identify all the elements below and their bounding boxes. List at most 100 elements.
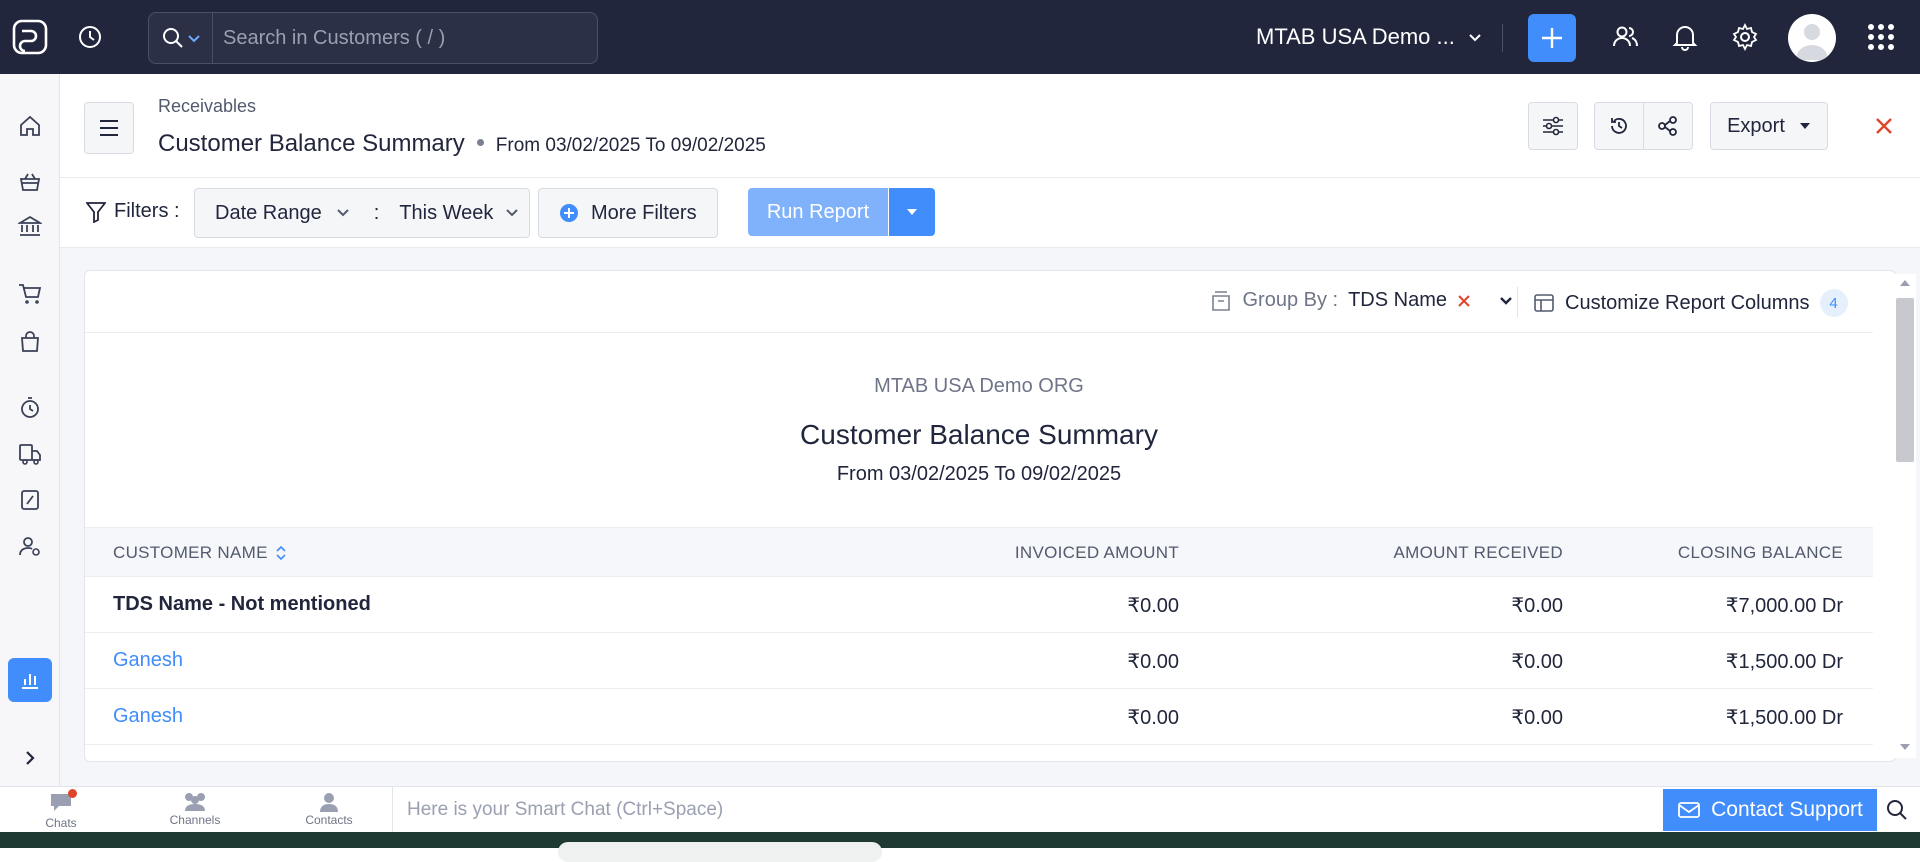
column-customer-name[interactable]: CUSTOMER NAME (113, 543, 286, 563)
date-range-label: Date Range (215, 201, 322, 224)
gear-icon[interactable] (1730, 22, 1760, 52)
column-closing-balance: CLOSING BALANCE (1677, 543, 1843, 562)
contact-support-label: Contact Support (1711, 798, 1863, 821)
plus-icon (1542, 28, 1562, 48)
columns-count-badge: 4 (1819, 289, 1848, 317)
table-row: TDS Name - Not mentioned ₹0.00 ₹0.00 ₹7,… (85, 577, 1873, 633)
report-settings-button[interactable] (1528, 102, 1578, 150)
contacts-icon (320, 793, 338, 812)
taskbar-search[interactable] (558, 842, 882, 862)
sliders-icon (1543, 116, 1563, 136)
reports-icon[interactable] (8, 658, 52, 702)
search-icon[interactable] (149, 13, 213, 63)
contact-support-button[interactable]: Contact Support (1663, 789, 1877, 831)
customize-columns-label: Customize Report Columns (1565, 291, 1810, 314)
scroll-down-icon[interactable] (1899, 742, 1911, 752)
date-range-filter[interactable]: Date Range : This Week (194, 188, 530, 238)
column-invoiced-amount: INVOICED AMOUNT (1014, 543, 1179, 562)
report-content-area: Group By : TDS Name Customize Report Col… (60, 248, 1920, 786)
search-icon[interactable] (1882, 795, 1912, 825)
time-tracking-icon[interactable] (8, 386, 52, 430)
apps-grid-icon[interactable] (1866, 22, 1896, 52)
more-filters-button[interactable]: More Filters (538, 188, 718, 238)
clear-group-icon[interactable] (1457, 294, 1471, 308)
plus-circle-icon (560, 204, 578, 222)
bell-icon[interactable] (1670, 22, 1700, 52)
channels-icon (185, 793, 205, 811)
scroll-up-icon[interactable] (1899, 278, 1911, 288)
eway-bill-icon[interactable] (8, 432, 52, 476)
divider (1517, 287, 1518, 317)
table-row: Ganesh ₹0.00 ₹0.00 ₹1,500.00 Dr (85, 633, 1873, 689)
run-report-label: Run Report (766, 200, 870, 223)
quick-create-button[interactable] (1528, 14, 1576, 62)
expand-sidebar-icon[interactable] (8, 736, 52, 780)
avatar[interactable] (1788, 14, 1836, 62)
table-row: Ganesh ₹0.00 ₹0.00 ₹1,500.00 Dr (85, 689, 1873, 745)
schedule-report-button[interactable] (1594, 102, 1644, 150)
closing-cell: ₹1,500.00 Dr (1725, 651, 1843, 673)
report-card: Group By : TDS Name Customize Report Col… (84, 270, 1896, 762)
report-scrollbar[interactable] (1894, 274, 1916, 758)
smart-chat-placeholder: Here is your Smart Chat (Ctrl+Space) (407, 799, 724, 820)
close-report-button[interactable] (1870, 112, 1898, 140)
caret-down-icon (907, 209, 917, 215)
received-cell: ₹0.00 (1511, 595, 1563, 617)
report-org-name: MTAB USA Demo ORG (874, 375, 1084, 397)
chats-button[interactable]: Chats (16, 789, 106, 830)
customer-link[interactable]: Ganesh (113, 705, 183, 728)
recent-activity-icon[interactable] (60, 24, 120, 50)
report-toolbar: Group By : TDS Name Customize Report Col… (85, 271, 1873, 333)
run-report-dropdown[interactable] (889, 188, 935, 236)
export-button[interactable]: Export (1710, 102, 1828, 150)
os-taskbar (0, 832, 1920, 862)
organization-switcher[interactable]: MTAB USA Demo ... (1256, 24, 1483, 50)
items-icon[interactable] (8, 160, 52, 204)
run-report-button[interactable]: Run Report (748, 188, 888, 236)
share-report-button[interactable] (1643, 102, 1693, 150)
group-by-label: Group By : (1242, 289, 1339, 311)
global-search[interactable] (148, 12, 598, 64)
logo-icon[interactable] (0, 0, 60, 74)
scrollbar-thumb[interactable] (1896, 298, 1914, 462)
table-header: CUSTOMER NAME INVOICED AMOUNT AMOUNT REC… (85, 527, 1873, 577)
mail-icon (1678, 802, 1701, 818)
notification-dot (68, 789, 77, 798)
sort-icon (276, 545, 286, 561)
channels-label: Channels (169, 813, 221, 827)
banking-icon[interactable] (8, 204, 52, 248)
tax-icon[interactable] (8, 478, 52, 522)
menu-button[interactable] (84, 102, 134, 154)
filter-icon (86, 201, 106, 223)
chevron-down-icon[interactable] (1499, 296, 1513, 306)
users-icon[interactable] (1610, 22, 1640, 52)
report-range: From 03/02/2025 To 09/02/2025 (495, 135, 766, 156)
accountant-icon[interactable] (8, 524, 52, 568)
group-name: TDS Name - Not mentioned (113, 593, 371, 615)
column-label: CUSTOMER NAME (113, 543, 268, 562)
search-input[interactable] (213, 13, 597, 63)
bottom-chat-bar: Chats Channels Contacts Here is your Sma… (0, 786, 1920, 833)
share-icon (1658, 116, 1677, 136)
chevron-down-icon (1469, 34, 1481, 42)
smart-chat-input[interactable]: Here is your Smart Chat (Ctrl+Space) (392, 787, 1662, 833)
dot-separator (476, 139, 484, 146)
columns-icon (1534, 294, 1554, 312)
report-header: Receivables Customer Balance Summary Fro… (60, 74, 1920, 178)
divider (1502, 24, 1503, 52)
sales-icon[interactable] (8, 272, 52, 316)
customize-columns-button[interactable]: Customize Report Columns 4 (1533, 289, 1848, 317)
invoiced-cell: ₹0.00 (1127, 595, 1179, 617)
home-icon[interactable] (8, 104, 52, 148)
group-by-control[interactable]: Group By : TDS Name (1210, 289, 1513, 312)
channels-button[interactable]: Channels (150, 791, 240, 827)
date-range-value[interactable]: This Week (399, 202, 493, 225)
received-cell: ₹0.00 (1511, 651, 1563, 673)
chevron-down-icon (337, 209, 349, 217)
report-title: Customer Balance Summary (800, 419, 1158, 450)
customer-link[interactable]: Ganesh (113, 649, 183, 672)
column-amount-received: AMOUNT RECEIVED (1393, 543, 1563, 562)
page-title-group: Customer Balance Summary From 03/02/2025… (158, 130, 766, 158)
purchases-icon[interactable] (8, 320, 52, 364)
contacts-button[interactable]: Contacts (284, 791, 374, 827)
